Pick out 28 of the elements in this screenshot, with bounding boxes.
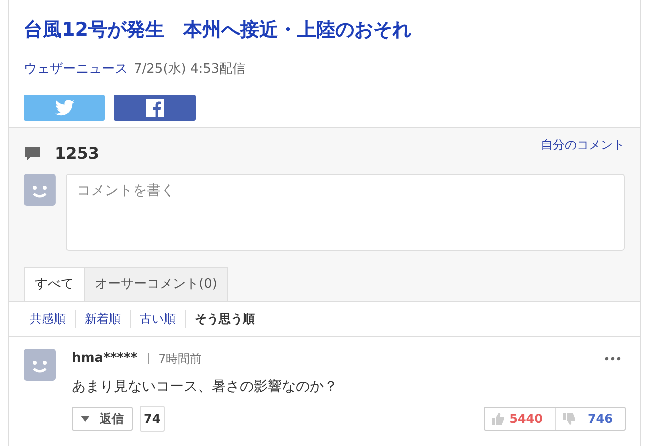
thumbs-down-icon (562, 412, 576, 426)
more-icon[interactable] (605, 356, 621, 361)
tab[interactable]: すべて (24, 267, 85, 302)
reply-button[interactable]: 返信 (72, 406, 133, 430)
tab[interactable]: オーサーコメント(0) (85, 267, 228, 302)
avatar-icon (24, 349, 56, 381)
comment-count: 1253 (55, 143, 100, 165)
my-comments-link[interactable]: 自分のコメント (541, 136, 625, 154)
publish-date: 7/25(水) 4:53配信 (134, 61, 246, 79)
comment-time: 7時間前 (158, 350, 202, 368)
facebook-share-button[interactable] (114, 95, 196, 121)
user-name[interactable]: hma***** (72, 349, 138, 368)
reply-count: 74 (140, 406, 165, 432)
comment-input[interactable]: コメントを書く (66, 174, 625, 251)
sort-option[interactable]: 共感順 (21, 310, 75, 328)
sort-option[interactable]: 新着順 (75, 310, 130, 328)
comment-text: あまり見ないコース、暑さの影響なのか？ (72, 378, 339, 396)
disagree-button[interactable]: 746 (556, 408, 625, 430)
caret-icon (81, 416, 90, 422)
sort-option[interactable]: 古い順 (130, 310, 185, 328)
speech-bubble-icon (24, 146, 41, 162)
thumbs-up-icon (491, 412, 505, 426)
bird-icon (54, 100, 74, 116)
avatar-icon (24, 174, 56, 206)
source-link[interactable]: ウェザーニュース (24, 60, 128, 80)
facebook-icon (146, 99, 164, 117)
sort-option[interactable]: そう思う順 (185, 310, 264, 328)
article-title: 台風12号が発生 本州へ接近・上陸のおそれ (24, 18, 412, 43)
